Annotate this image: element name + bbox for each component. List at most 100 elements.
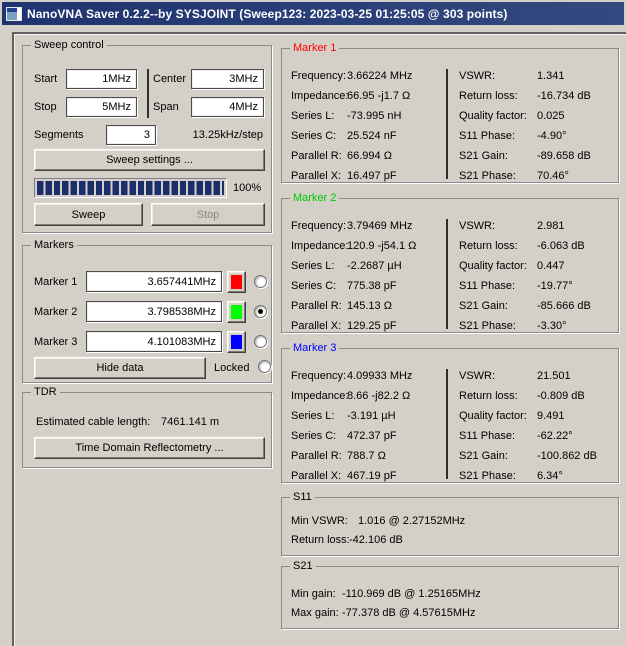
marker3-color-swatch <box>231 335 242 349</box>
span-input[interactable] <box>191 97 264 117</box>
field-label: Frequency: <box>291 366 346 386</box>
field-label: Frequency: <box>291 66 346 86</box>
field-value: -100.862 dB <box>537 446 597 466</box>
field-label: S21 Phase: <box>459 166 516 186</box>
marker1-data-group: Marker 1 Frequency:3.66224 MHzVSWR:1.341… <box>281 48 619 183</box>
s11-group: S11 Min VSWR:1.016 @ 2.27152MHz Return l… <box>281 497 619 556</box>
marker3-color-button[interactable] <box>227 331 246 353</box>
group-title: S21 <box>290 559 316 573</box>
marker3-select-radio[interactable] <box>254 335 267 348</box>
field-label: Quality factor: <box>459 256 527 276</box>
field-label: Series C: <box>291 426 336 446</box>
field-label: Series L: <box>291 106 334 126</box>
marker3-frequency-input[interactable] <box>86 331 222 352</box>
s21-group: S21 Min gain:-110.969 dB @ 1.25165MHz Ma… <box>281 566 619 629</box>
marker2-color-button[interactable] <box>227 301 246 323</box>
field-label: Impedance: <box>291 386 348 406</box>
group-title: Marker 1 <box>290 41 339 55</box>
sweep-progress-bar <box>34 178 227 198</box>
marker2-data-group: Marker 2 Frequency:3.79469 MHzVSWR:2.981… <box>281 198 619 333</box>
stop-button[interactable]: Stop <box>151 203 265 226</box>
title-bar[interactable]: NanoVNA Saver 0.2.2--by SYSJOINT (Sweep1… <box>2 2 624 25</box>
marker1-frequency-input[interactable] <box>86 271 222 292</box>
field-label: Parallel R: <box>291 146 342 166</box>
marker-data-row: Impedance:120.9 -j54.1 ΩReturn loss:-6.0… <box>282 236 618 256</box>
field-label: S21 Gain: <box>459 296 508 316</box>
sweep-control-group: Sweep control Start Center Stop Span Seg… <box>22 45 272 233</box>
field-value: -19.77° <box>537 276 573 296</box>
field-value: 9.491 <box>537 406 565 426</box>
group-title: Markers <box>31 238 77 252</box>
field-value: 467.19 pF <box>347 466 397 486</box>
field-value: -73.995 nH <box>347 106 401 126</box>
s21-row: Min gain:-110.969 dB @ 1.25165MHz <box>282 585 618 603</box>
sweep-progress-fill <box>37 181 224 195</box>
stop-label: Stop <box>34 100 57 114</box>
group-title: Marker 2 <box>290 191 339 205</box>
field-label: Parallel R: <box>291 446 342 466</box>
field-label: Series C: <box>291 276 336 296</box>
field-label: Min VSWR: <box>291 512 348 530</box>
field-value: -89.658 dB <box>537 146 591 166</box>
field-label: VSWR: <box>459 66 495 86</box>
marker-data-row: Series L:-2.2687 µHQuality factor:0.447 <box>282 256 618 276</box>
locked-radio[interactable] <box>258 360 271 373</box>
marker3-data-group: Marker 3 Frequency:4.09933 MHzVSWR:21.50… <box>281 348 619 483</box>
field-label: Parallel X: <box>291 166 341 186</box>
span-label: Span <box>153 100 179 114</box>
marker2-select-radio[interactable] <box>254 305 267 318</box>
marker1-color-button[interactable] <box>227 271 246 293</box>
field-value: 8.66 -j82.2 Ω <box>347 386 410 406</box>
field-label: Return loss: <box>459 86 518 106</box>
start-input[interactable] <box>66 69 137 89</box>
field-value: 129.25 pF <box>347 316 397 336</box>
marker-data-row: Series L:-73.995 nHQuality factor:0.025 <box>282 106 618 126</box>
field-label: Min gain: <box>291 585 336 603</box>
hide-data-button[interactable]: Hide data <box>34 357 206 379</box>
tdr-button[interactable]: Time Domain Reflectometry ... <box>34 437 265 459</box>
center-label: Center <box>153 72 186 86</box>
field-label: S21 Phase: <box>459 316 516 336</box>
field-label: Series C: <box>291 126 336 146</box>
marker1-color-swatch <box>231 275 242 289</box>
field-label: Return loss: <box>291 531 350 549</box>
field-label: Quality factor: <box>459 406 527 426</box>
group-title: Sweep control <box>31 38 107 52</box>
field-value: 0.025 <box>537 106 565 126</box>
field-value: -2.2687 µH <box>347 256 402 276</box>
field-label: S21 Gain: <box>459 446 508 466</box>
marker2-frequency-input[interactable] <box>86 301 222 322</box>
markers-group: Markers Marker 1 Marker 2 Marker 3 Hide … <box>22 245 272 383</box>
sweep-settings-button[interactable]: Sweep settings ... <box>34 149 265 171</box>
stop-input[interactable] <box>66 97 137 117</box>
sweep-button[interactable]: Sweep <box>34 203 143 226</box>
progress-percent-label: 100% <box>233 181 261 195</box>
field-label: Parallel R: <box>291 296 342 316</box>
field-value: 21.501 <box>537 366 571 386</box>
field-label: S21 Phase: <box>459 466 516 486</box>
field-value: 775.38 pF <box>347 276 397 296</box>
field-value: 1.016 @ 2.27152MHz <box>358 512 465 530</box>
field-label: VSWR: <box>459 366 495 386</box>
cable-length-value: 7461.141 m <box>161 415 219 429</box>
field-value: 66.95 -j1.7 Ω <box>347 86 410 106</box>
field-value: -4.90° <box>537 126 566 146</box>
marker1-select-radio[interactable] <box>254 275 267 288</box>
marker-data-row: Impedance:8.66 -j82.2 ΩReturn loss:-0.80… <box>282 386 618 406</box>
field-value: -85.666 dB <box>537 296 591 316</box>
center-input[interactable] <box>191 69 264 89</box>
field-value: 1.341 <box>537 66 565 86</box>
field-value: -3.30° <box>537 316 566 336</box>
cable-length-label: Estimated cable length: <box>36 415 150 429</box>
group-title: TDR <box>31 385 60 399</box>
marker-data-row: Series C:472.37 pFS11 Phase:-62.22° <box>282 426 618 446</box>
field-label: Parallel X: <box>291 466 341 486</box>
field-value: 3.66224 MHz <box>347 66 412 86</box>
marker-data-row: Frequency:3.79469 MHzVSWR:2.981 <box>282 216 618 236</box>
app-icon <box>6 7 22 21</box>
segments-input[interactable] <box>106 125 156 145</box>
field-value: 66.994 Ω <box>347 146 392 166</box>
field-value: -77.378 dB @ 4.57615MHz <box>342 604 475 622</box>
field-value: 70.46° <box>537 166 569 186</box>
field-value: 6.34° <box>537 466 563 486</box>
